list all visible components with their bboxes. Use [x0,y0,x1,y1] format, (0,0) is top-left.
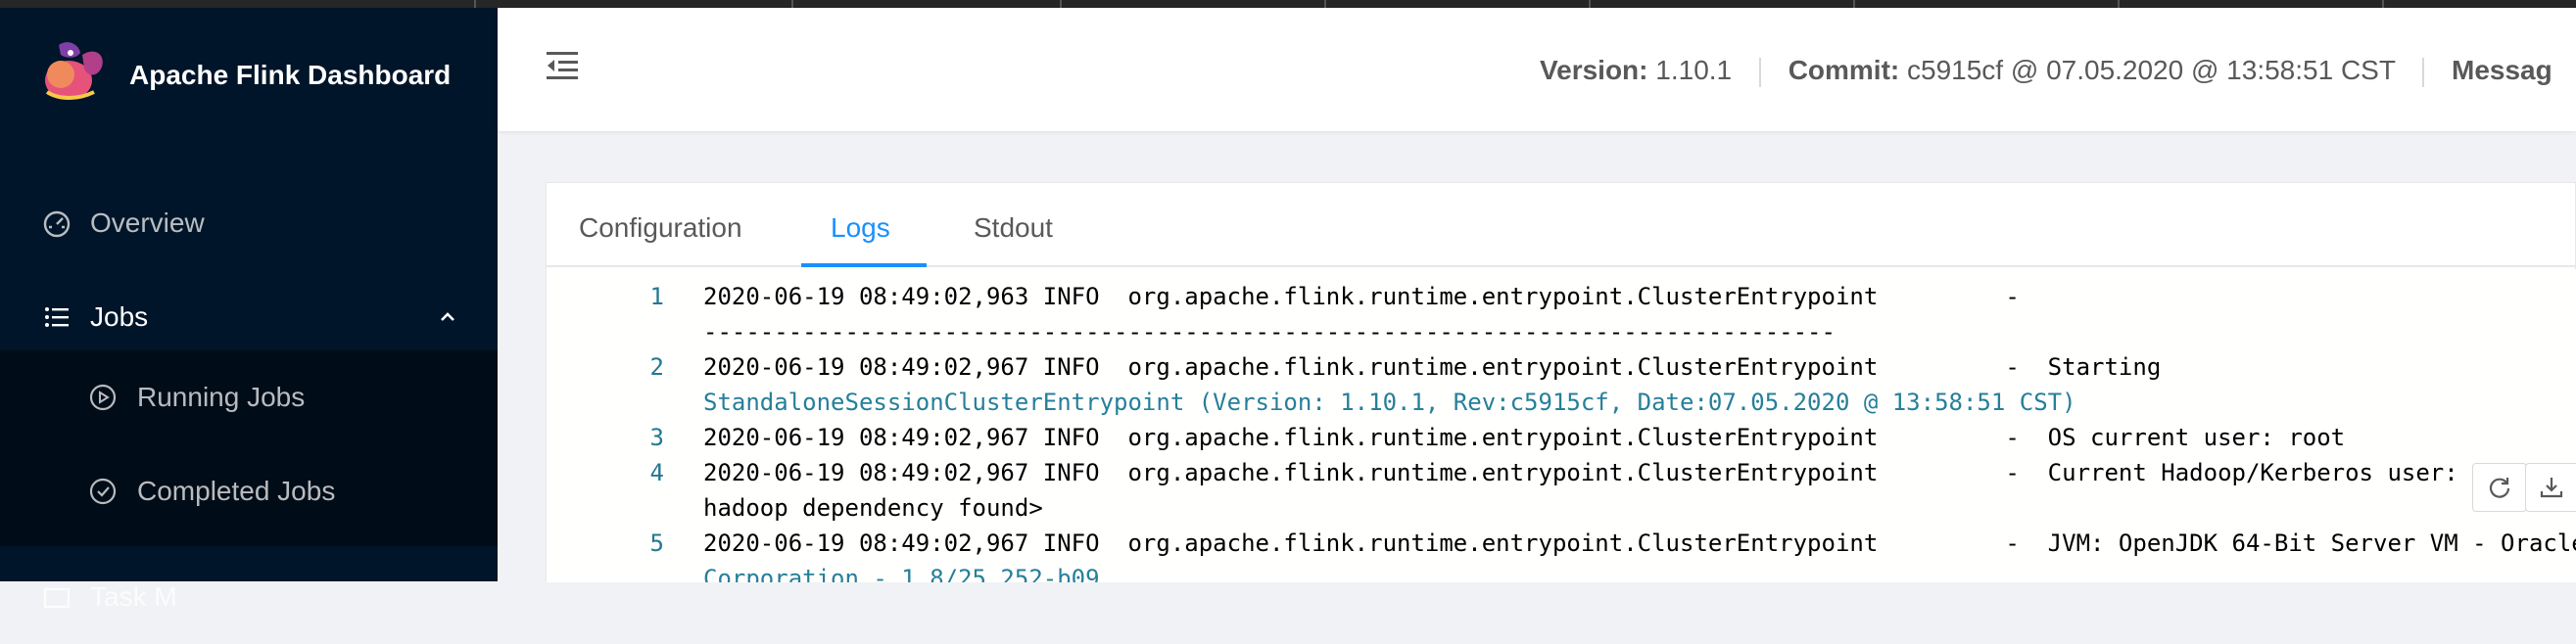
top-header: Version: 1.10.1 Commit: c5915cf @ 07.05.… [498,8,2576,131]
tab-bar: Configuration Logs Stdout [547,183,2576,267]
strip-divider [791,0,793,8]
download-button[interactable] [2525,463,2576,512]
log-line: ----------------------------------------… [703,318,1836,345]
play-circle-icon [89,384,117,411]
chevron-up-icon [441,312,454,321]
log-viewer[interactable]: 1 2020-06-19 08:49:02,963 INFO org.apach… [547,269,2576,582]
version-label: Version: [1540,55,1648,85]
sidebar-item-label: Completed Jobs [137,476,336,506]
unordered-list-icon [45,307,69,327]
flink-squirrel-logo-icon [45,42,103,100]
sidebar-item-running-jobs[interactable]: Running Jobs [0,350,498,444]
menu-fold-icon[interactable] [545,49,580,82]
line-number: 5 [649,529,664,557]
log-line: 2020-06-19 08:49:02,967 INFO org.apache.… [703,529,2576,557]
log-line: StandaloneSessionClusterEntrypoint (Vers… [703,389,2076,416]
active-tab-indicator [801,263,927,267]
line-number: 3 [649,424,664,451]
reload-button[interactable] [2472,463,2527,512]
strip-divider [2118,0,2120,8]
sidebar-item-label: Jobs [90,301,149,332]
strip-divider [2382,0,2384,8]
line-number: 4 [649,459,664,486]
line-number: 2 [649,353,664,381]
strip-divider [1589,0,1591,8]
sidebar: Apache Flink Dashboard Overview Jobs Run… [0,8,498,612]
log-line: 2020-06-19 08:49:02,967 INFO org.apache.… [703,459,2515,486]
tab-stdout[interactable]: Stdout [974,212,1053,244]
header-divider [1758,57,1761,87]
tab-configuration[interactable]: Configuration [579,212,742,244]
line-number: 1 [649,283,664,310]
version-value: 1.10.1 [1655,55,1733,85]
sidebar-item-label: Overview [90,207,205,238]
jobs-submenu: Running Jobs Completed Jobs [0,350,498,546]
task-manager-icon [43,587,71,609]
log-line: 2020-06-19 08:49:02,967 INFO org.apache.… [703,424,2346,451]
sidebar-item-label: Task M [90,581,177,612]
strip-divider [1060,0,1062,8]
app-title: Apache Flink Dashboard [129,60,452,90]
reload-icon [2489,478,2510,498]
download-icon [2540,478,2563,498]
tab-logs[interactable]: Logs [831,212,890,244]
sidebar-item-completed-jobs[interactable]: Completed Jobs [0,444,498,538]
header-divider [2422,57,2425,87]
cluster-info: Version: 1.10.1 Commit: c5915cf @ 07.05.… [1540,55,2552,87]
job-manager-card: Configuration Logs Stdout 1 2020-06-19 0… [546,182,2576,582]
browser-top-strip [0,0,2576,8]
sidebar-item-label: Running Jobs [137,382,306,412]
commit-value: c5915cf @ 07.05.2020 @ 13:58:51 CST [1907,55,2396,85]
brand[interactable]: Apache Flink Dashboard [0,8,498,135]
message-label[interactable]: Messag [2452,55,2552,85]
dashboard-icon [43,210,71,238]
log-line: hadoop dependency found> [703,494,1043,522]
commit-label: Commit: [1788,55,1900,85]
log-line: Corporation - 1.8/25.252-b09 [703,565,1100,582]
strip-divider [474,0,476,8]
strip-divider [1853,0,1855,8]
log-line: 2020-06-19 08:49:02,963 INFO org.apache.… [703,283,2020,310]
strip-divider [1324,0,1326,8]
check-circle-icon [89,478,117,505]
sidebar-item-overview[interactable]: Overview [0,176,498,270]
sidebar-item-task-managers[interactable]: Task M [0,550,498,644]
log-line: 2020-06-19 08:49:02,967 INFO org.apache.… [703,353,2162,381]
